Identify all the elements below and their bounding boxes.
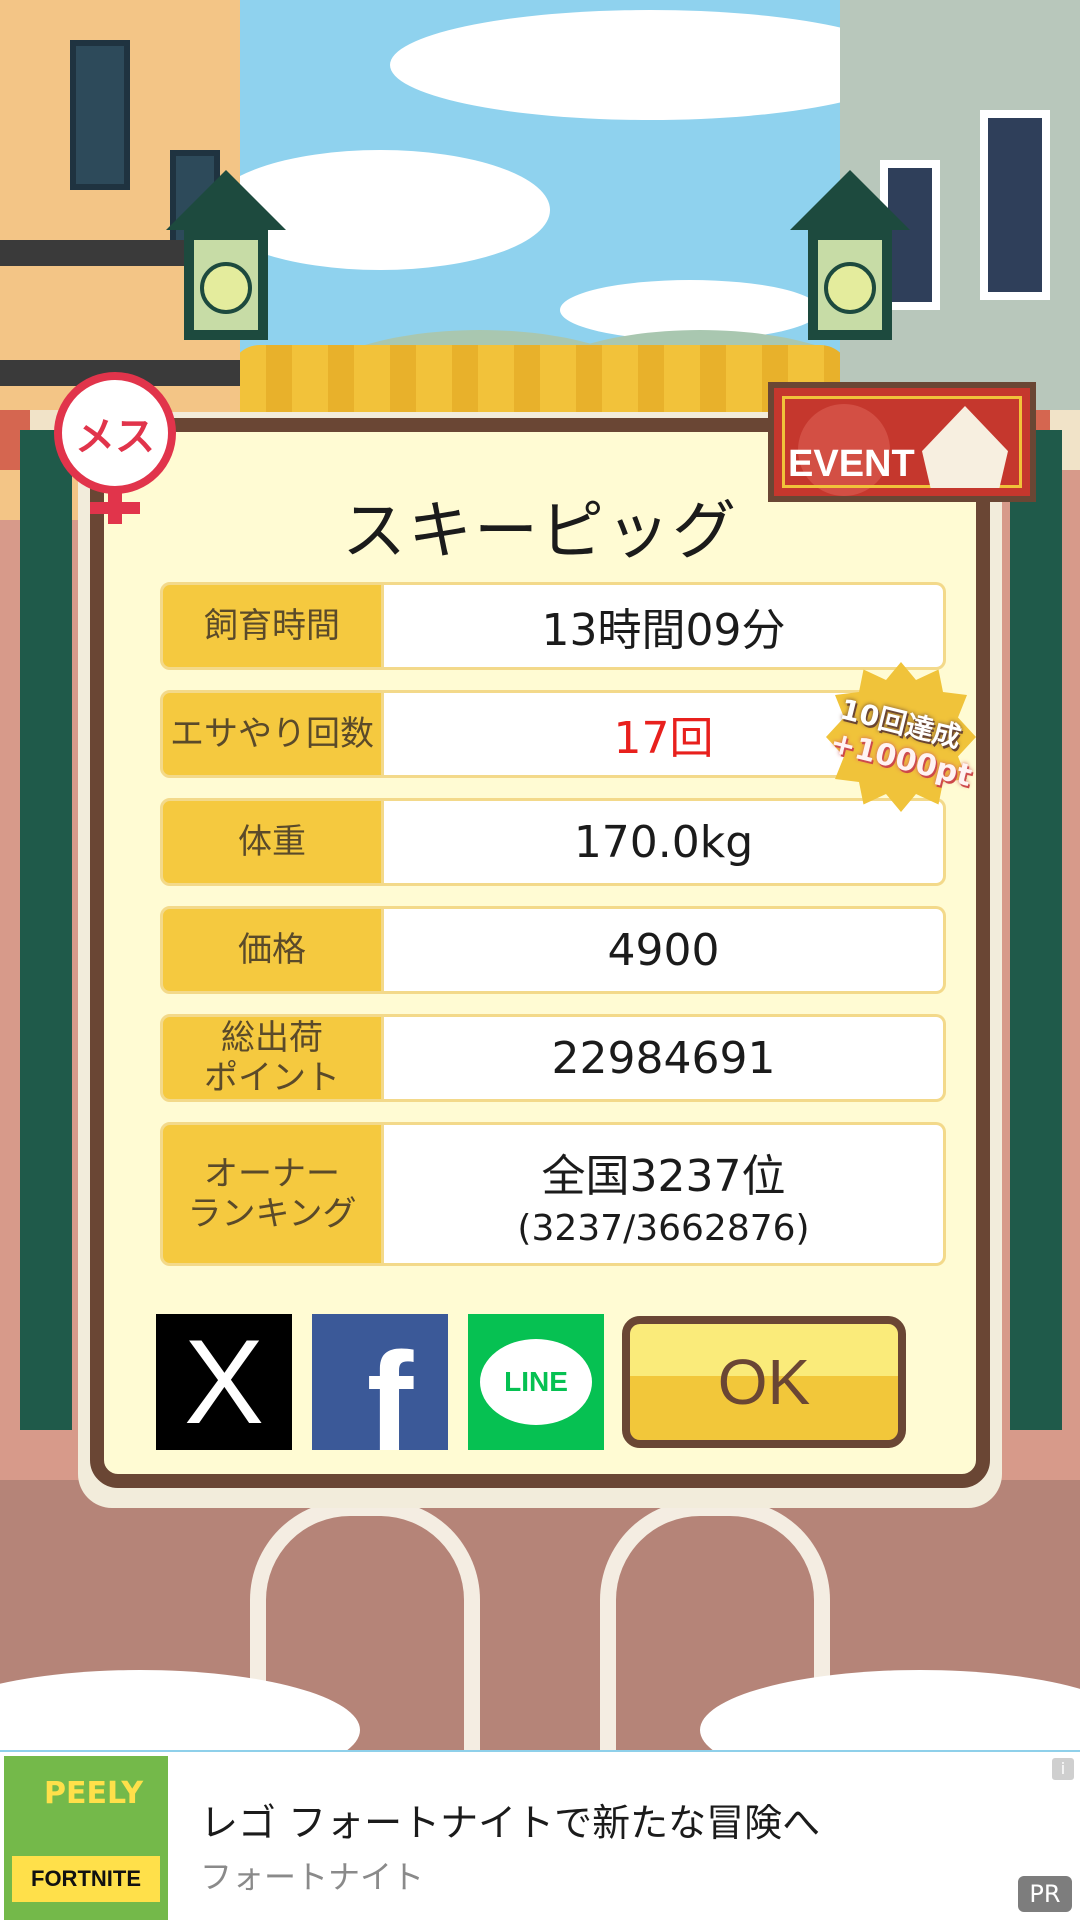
ad-title[interactable]: レゴ フォートナイトで新たな冒険へ bbox=[200, 1792, 820, 1847]
row-label: 飼育時間 bbox=[160, 582, 384, 670]
row-label: エサやり回数 bbox=[160, 690, 384, 778]
gate-pillar bbox=[20, 430, 72, 1430]
cloud bbox=[390, 10, 910, 120]
street-lamp bbox=[166, 170, 286, 370]
ad-banner[interactable]: PEELY FORTNITE レゴ フォートナイトで新たな冒険へ フォートナイト… bbox=[0, 1752, 1080, 1920]
ranking-text: 全国3237位 bbox=[541, 1150, 786, 1202]
row-value: 13時間09分 bbox=[384, 582, 946, 670]
ad-advertiser: フォートナイト bbox=[200, 1858, 425, 1896]
ranking-detail: (3237/3662876) bbox=[517, 1207, 810, 1249]
ad-thumb-logo: FORTNITE bbox=[12, 1856, 160, 1902]
window bbox=[70, 40, 130, 190]
street-lamp bbox=[790, 170, 910, 370]
gate-pillar bbox=[1010, 430, 1062, 1430]
gender-text: メス bbox=[75, 414, 155, 460]
row-value: 22984691 bbox=[384, 1014, 946, 1102]
ad-thumb-title: PEELY bbox=[44, 1776, 144, 1811]
ad-thumbnail[interactable]: PEELY FORTNITE bbox=[4, 1756, 168, 1920]
gender-badge: メス bbox=[48, 372, 182, 524]
pig-info-dialog: スキーピッグ 飼育時間 13時間09分 エサやり回数 17回 体重 170.0k… bbox=[90, 418, 990, 1488]
ad-info-icon[interactable]: i bbox=[1052, 1758, 1074, 1780]
ok-button[interactable]: OK bbox=[622, 1316, 906, 1448]
row-raising-time: 飼育時間 13時間09分 bbox=[160, 582, 946, 670]
window bbox=[980, 110, 1050, 300]
row-label: 価格 bbox=[160, 906, 384, 994]
row-value: 全国3237位 (3237/3662876) bbox=[384, 1122, 946, 1266]
row-price: 価格 4900 bbox=[160, 906, 946, 994]
line-logo-icon: LINE bbox=[480, 1339, 592, 1425]
female-symbol-icon: メス bbox=[54, 372, 176, 494]
row-label: 総出荷 ポイント bbox=[160, 1014, 384, 1102]
event-button[interactable]: EVENT bbox=[768, 382, 1036, 502]
share-facebook-button[interactable]: f bbox=[312, 1314, 448, 1480]
achievement-badge: 10回達成 +1000pt bbox=[826, 662, 976, 812]
row-total-shipping-points: 総出荷 ポイント 22984691 bbox=[160, 1014, 946, 1102]
row-label: オーナー ランキング bbox=[160, 1122, 384, 1266]
row-label: 体重 bbox=[160, 798, 384, 886]
x-logo-icon: X bbox=[183, 1315, 265, 1449]
ad-pr-badge: PR bbox=[1018, 1876, 1072, 1912]
share-line-button[interactable]: LINE bbox=[468, 1314, 604, 1450]
line-logo-text: LINE bbox=[504, 1366, 568, 1397]
row-owner-ranking: オーナー ランキング 全国3237位 (3237/3662876) bbox=[160, 1122, 946, 1266]
event-label: EVENT bbox=[788, 443, 915, 485]
facebook-logo-icon: f bbox=[366, 1323, 414, 1480]
row-value: 4900 bbox=[384, 906, 946, 994]
share-x-button[interactable]: X bbox=[156, 1314, 292, 1450]
